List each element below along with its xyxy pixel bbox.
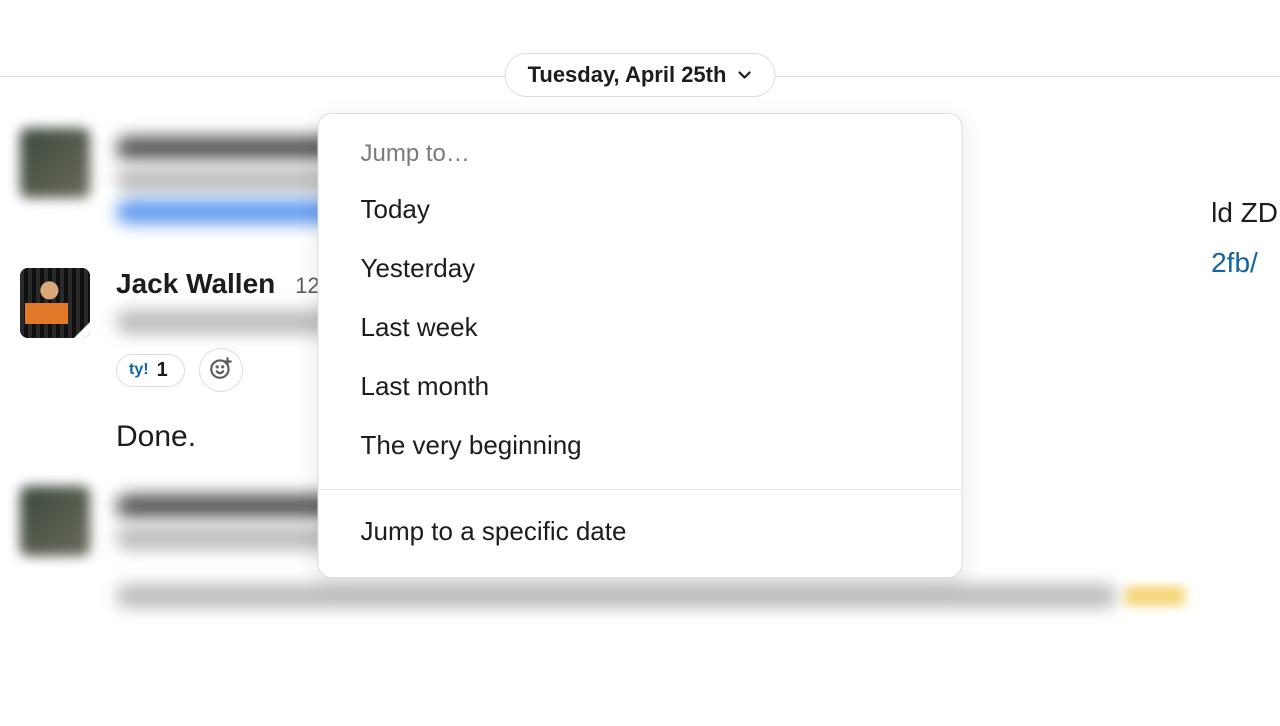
avatar: [20, 486, 90, 556]
message-author[interactable]: Jack Wallen: [116, 268, 275, 300]
jump-menu-item-last-week[interactable]: Last week: [319, 298, 962, 357]
avatar[interactable]: [20, 268, 90, 338]
reaction-count: 1: [157, 359, 168, 382]
jump-menu-item-specific-date[interactable]: Jump to a specific date: [319, 490, 962, 577]
date-divider-button[interactable]: Tuesday, April 25th: [505, 53, 776, 97]
jump-menu-item-last-month[interactable]: Last month: [319, 357, 962, 416]
chevron-down-icon: [736, 67, 752, 83]
jump-menu-item-very-beginning[interactable]: The very beginning: [319, 416, 962, 475]
fragment-text: ld ZD: [1211, 188, 1278, 238]
reaction-pill[interactable]: ty! 1: [116, 354, 185, 387]
jump-menu-header: Jump to…: [319, 132, 962, 180]
obscured-message-fragment: ld ZD 2fb/: [1211, 188, 1278, 289]
jump-menu-item-yesterday[interactable]: Yesterday: [319, 239, 962, 298]
jump-menu-item-today[interactable]: Today: [319, 180, 962, 239]
avatar: [20, 128, 90, 198]
fragment-link: 2fb/: [1211, 238, 1278, 288]
blurred-line: [116, 584, 1117, 608]
add-reaction-icon: [208, 355, 234, 386]
highlight-marker: [1125, 586, 1185, 606]
date-divider-label: Tuesday, April 25th: [528, 62, 727, 88]
jump-to-date-menu: Jump to… Today Yesterday Last week Last …: [318, 113, 963, 578]
add-reaction-button[interactable]: [199, 348, 243, 392]
reaction-emoji: ty!: [129, 361, 149, 379]
